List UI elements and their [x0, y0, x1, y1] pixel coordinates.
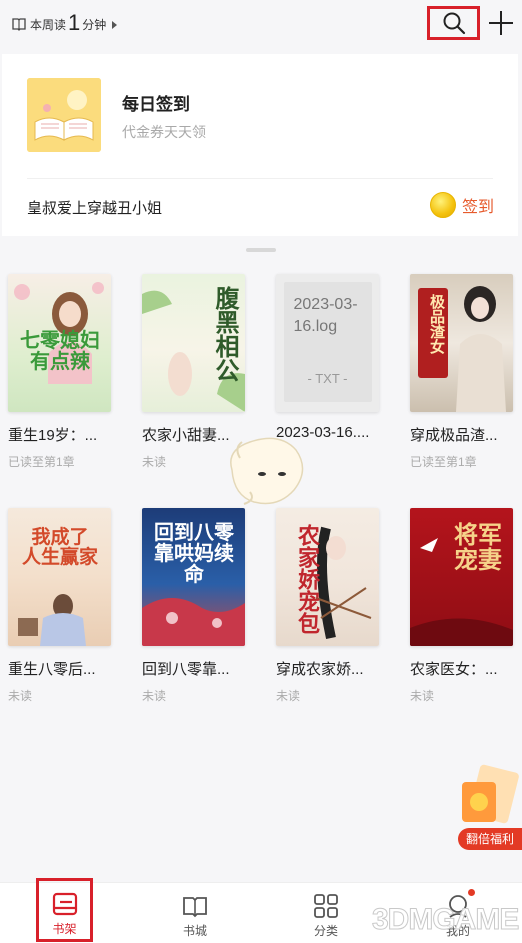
nav-category-label: 分类 [313, 924, 338, 938]
weekly-reading-time[interactable]: 本周读 1 分钟 [12, 10, 118, 35]
txt-file-cover: 2023-03-16.log - TXT - [276, 274, 379, 412]
reading-value: 1 [68, 10, 81, 35]
mascot-icon[interactable] [220, 430, 310, 510]
signin-button[interactable]: 签到 [430, 192, 494, 218]
file-extension: - TXT - [307, 371, 348, 386]
top-bar: 本周读 1 分钟 [0, 0, 522, 54]
book-cover-text: 回到八零 靠哄妈续命 [154, 520, 234, 586]
book-item[interactable]: 我成了 人生赢家 重生八零后... 未读 [8, 508, 113, 704]
notification-dot [468, 889, 475, 896]
book-title: 穿成农家娇... [276, 661, 364, 678]
nav-bookstore[interactable]: 书城 [165, 883, 225, 943]
book-cover-text: 极品渣女 [428, 294, 446, 354]
book-item[interactable]: 将军 宠妻 农家医女：... 未读 [410, 508, 515, 704]
book-icon [12, 18, 26, 31]
book-status: 未读 [410, 689, 435, 703]
checkin-title: 每日签到 [122, 95, 190, 114]
book-status: 未读 [142, 689, 167, 703]
promo-label: 翻倍福利 [458, 828, 522, 850]
coin-icon [430, 192, 456, 218]
book-item[interactable]: 极品渣女 穿成极品渣... 已读至第1章 [410, 274, 515, 470]
book-status: 未读 [276, 689, 301, 703]
book-item[interactable]: 七零媳妇 有点辣 重生19岁：... 已读至第1章 [8, 274, 113, 470]
book-cover: 我成了 人生赢家 [8, 508, 111, 646]
book-title: 重生19岁：... [8, 427, 98, 444]
signin-label: 签到 [462, 199, 495, 216]
file-name: 2023-03-16.log [293, 296, 358, 336]
nav-bookshelf-label: 书架 [52, 922, 77, 936]
book-status: 未读 [8, 689, 33, 703]
book-cover: 将军 宠妻 [410, 508, 513, 646]
open-book-icon [183, 897, 207, 918]
nav-category[interactable]: 分类 [296, 883, 356, 943]
gift-icon [462, 764, 519, 824]
book-cover: 农家娇宠包 [276, 508, 379, 646]
book-title: 穿成极品渣... [410, 427, 498, 444]
recommended-book-title[interactable]: 皇叔爱上穿越丑小姐 [27, 197, 162, 218]
book-cover-text: 七零媳妇 有点辣 [20, 328, 100, 373]
book-status: 已读至第1章 [410, 455, 477, 469]
reading-prefix: 本周读 [30, 18, 67, 32]
book-title: 重生八零后... [8, 661, 96, 678]
book-cover-text: 将军 宠妻 [454, 520, 502, 575]
reading-unit: 分钟 [82, 18, 107, 32]
search-button[interactable] [427, 6, 480, 40]
book-item[interactable]: 回到八零 靠哄妈续命 回到八零靠... 未读 [142, 508, 247, 704]
book-title: 农家医女：... [410, 661, 498, 678]
grid-icon [314, 894, 338, 918]
book-cover-text: 我成了 人生赢家 [21, 526, 98, 568]
book-cover: 极品渣女 [410, 274, 513, 412]
chevron-right-icon [112, 21, 118, 29]
divider [27, 178, 493, 179]
book-cover-text: 农家娇宠包 [294, 524, 320, 634]
search-icon [443, 12, 465, 35]
checkin-cover-image [27, 78, 101, 152]
book-cover: 腹黑相公 [142, 274, 245, 412]
book-status: 已读至第1章 [8, 455, 75, 469]
watermark: 3DMGAME [371, 903, 519, 937]
book-title: 回到八零靠... [142, 661, 230, 678]
book-cover: 回到八零 靠哄妈续命 [142, 508, 245, 646]
daily-checkin-card[interactable]: 每日签到 代金券天天领 皇叔爱上穿越丑小姐 签到 [2, 54, 518, 236]
bookshelf-icon [52, 892, 77, 916]
nav-bookstore-label: 书城 [182, 924, 207, 938]
checkin-subtitle: 代金券天天领 [122, 124, 206, 140]
book-cover-text: 腹黑相公 [211, 286, 240, 382]
book-cover: 七零媳妇 有点辣 [8, 274, 111, 412]
drag-handle[interactable] [246, 248, 276, 252]
book-item[interactable]: 农家娇宠包 穿成农家娇... 未读 [276, 508, 381, 704]
add-icon[interactable] [487, 9, 515, 37]
nav-bookshelf[interactable]: 书架 [36, 878, 93, 942]
promo-widget[interactable]: 翻倍福利 [452, 760, 522, 850]
